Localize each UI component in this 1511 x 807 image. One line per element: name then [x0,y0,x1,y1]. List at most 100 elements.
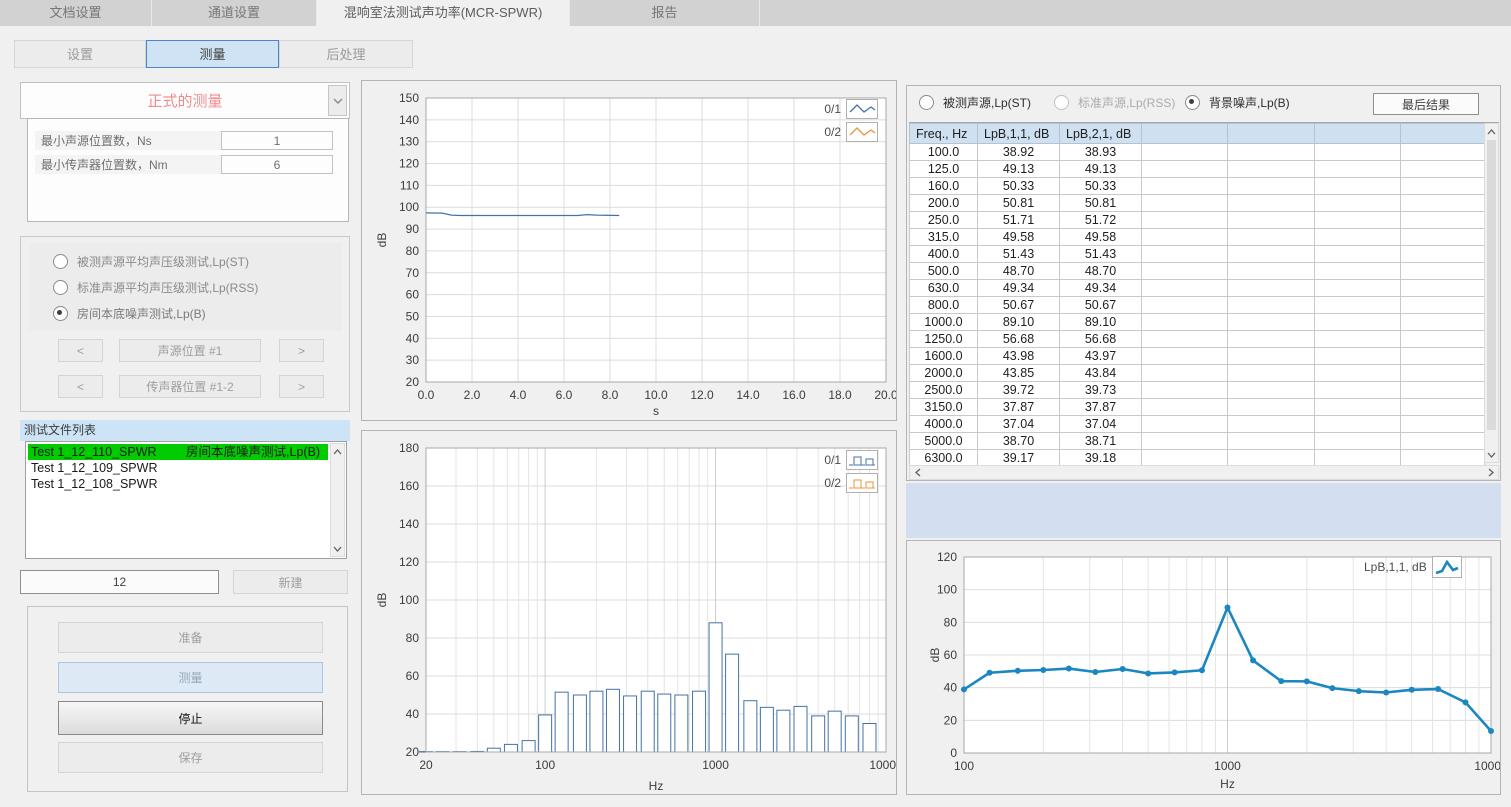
legend-entry-0-1[interactable]: 0/1 [824,99,878,119]
radio-icon[interactable] [1185,95,1200,110]
table-cell[interactable]: 39.18 [1060,450,1142,467]
table-cell[interactable] [1315,178,1401,195]
table-cell[interactable]: 160.0 [910,178,978,195]
source-position-button[interactable]: 声源位置 #1 [119,339,261,362]
radio-icon[interactable] [919,95,934,110]
table-cell[interactable] [1315,144,1401,161]
table-cell[interactable]: 200.0 [910,195,978,212]
table-cell[interactable]: 50.33 [978,178,1060,195]
stop-button[interactable]: 停止 [58,701,323,735]
table-cell[interactable]: 43.98 [978,348,1060,365]
table-row[interactable]: 1250.056.6856.68 [910,331,1485,348]
file-list[interactable]: Test 1_12_110_SPWR 房间本底噪声测试,Lp(B) Test 1… [25,441,347,559]
table-cell[interactable]: 125.0 [910,161,978,178]
scroll-up-icon[interactable] [1485,125,1498,138]
table-row[interactable]: 800.050.6750.67 [910,297,1485,314]
table-cell[interactable]: 38.93 [1060,144,1142,161]
table-cell[interactable] [1315,263,1401,280]
table-cell[interactable] [1315,416,1401,433]
table-cell[interactable]: 38.71 [1060,433,1142,450]
table-cell[interactable] [1228,365,1315,382]
table-row[interactable]: 1600.043.9843.97 [910,348,1485,365]
legend-entry-0-2[interactable]: 0/2 [824,122,878,142]
table-cell[interactable]: 49.34 [1060,280,1142,297]
scroll-right-icon[interactable] [1484,466,1497,479]
mic-prev-button[interactable]: < [58,375,103,398]
table-row[interactable]: 3150.037.8737.87 [910,399,1485,416]
table-cell[interactable]: 5000.0 [910,433,978,450]
table-cell[interactable] [1228,297,1315,314]
table-cell[interactable]: 6300.0 [910,450,978,467]
table-cell[interactable] [1401,314,1485,331]
table-cell[interactable] [1228,178,1315,195]
table-row[interactable]: 315.049.5849.58 [910,229,1485,246]
table-row[interactable]: 125.049.1349.13 [910,161,1485,178]
table-cell[interactable]: 48.70 [978,263,1060,280]
dropdown-button[interactable] [328,85,347,116]
table-cell[interactable]: 38.70 [978,433,1060,450]
table-row[interactable]: 500.048.7048.70 [910,263,1485,280]
table-column-header[interactable] [1142,124,1228,144]
table-cell[interactable]: 50.67 [1060,297,1142,314]
table-cell[interactable] [1142,246,1228,263]
scroll-down-icon[interactable] [331,542,344,555]
table-cell[interactable] [1401,450,1485,467]
table-cell[interactable] [1228,331,1315,348]
tab-mcr-spwr[interactable]: 混响室法测试声功率(MCR-SPWR) [317,0,570,26]
table-cell[interactable] [1228,144,1315,161]
table-cell[interactable] [1401,161,1485,178]
table-cell[interactable]: 315.0 [910,229,978,246]
table-cell[interactable] [1401,348,1485,365]
table-cell[interactable] [1401,297,1485,314]
table-column-header[interactable]: LpB,1,1, dB [978,124,1060,144]
mic-next-button[interactable]: > [279,375,324,398]
table-cell[interactable] [1142,212,1228,229]
table-cell[interactable] [1401,229,1485,246]
table-cell[interactable] [1142,178,1228,195]
table-cell[interactable]: 89.10 [1060,314,1142,331]
table-cell[interactable]: 250.0 [910,212,978,229]
table-row[interactable]: 400.051.4351.43 [910,246,1485,263]
table-cell[interactable]: 50.67 [978,297,1060,314]
table-column-header[interactable] [1315,124,1401,144]
table-row[interactable]: 250.051.7151.72 [910,212,1485,229]
table-cell[interactable] [1401,365,1485,382]
table-cell[interactable] [1401,212,1485,229]
radio-icon[interactable] [1054,95,1069,110]
table-cell[interactable] [1142,280,1228,297]
table-cell[interactable] [1315,212,1401,229]
table-cell[interactable] [1142,229,1228,246]
scroll-thumb[interactable] [1487,140,1496,430]
table-cell[interactable] [1142,348,1228,365]
tab-document-settings[interactable]: 文档设置 [0,0,152,26]
table-cell[interactable]: 89.10 [978,314,1060,331]
table-cell[interactable] [1228,382,1315,399]
table-cell[interactable] [1228,399,1315,416]
table-cell[interactable] [1228,263,1315,280]
legend-entry-0-1[interactable]: 0/1 [824,450,878,470]
table-cell[interactable]: 43.97 [1060,348,1142,365]
radio-background-lp-b[interactable]: 背景噪声,Lp(B) [1185,94,1290,111]
table-cell[interactable] [1142,195,1228,212]
table-cell[interactable] [1228,433,1315,450]
mic-position-button[interactable]: 传声器位置 #1-2 [119,375,261,398]
scroll-left-icon[interactable] [911,466,924,479]
table-cell[interactable]: 1250.0 [910,331,978,348]
table-cell[interactable]: 37.87 [978,399,1060,416]
table-cell[interactable]: 50.33 [1060,178,1142,195]
table-row[interactable]: 1000.089.1089.10 [910,314,1485,331]
table-cell[interactable]: 50.81 [1060,195,1142,212]
table-row[interactable]: 2500.039.7239.73 [910,382,1485,399]
subtab-postprocess[interactable]: 后处理 [279,40,413,68]
table-cell[interactable] [1401,246,1485,263]
table-cell[interactable]: 1000.0 [910,314,978,331]
measure-mode-dropdown[interactable]: 正式的测量 [20,82,350,119]
radio-icon[interactable] [53,306,68,321]
list-item[interactable]: Test 1_12_108_SPWR [28,476,328,492]
table-cell[interactable]: 51.43 [1060,246,1142,263]
table-cell[interactable]: 56.68 [1060,331,1142,348]
list-item[interactable]: Test 1_12_110_SPWR 房间本底噪声测试,Lp(B) [28,444,328,460]
table-cell[interactable] [1315,331,1401,348]
table-cell[interactable]: 43.85 [978,365,1060,382]
table-vscrollbar[interactable] [1484,123,1499,463]
